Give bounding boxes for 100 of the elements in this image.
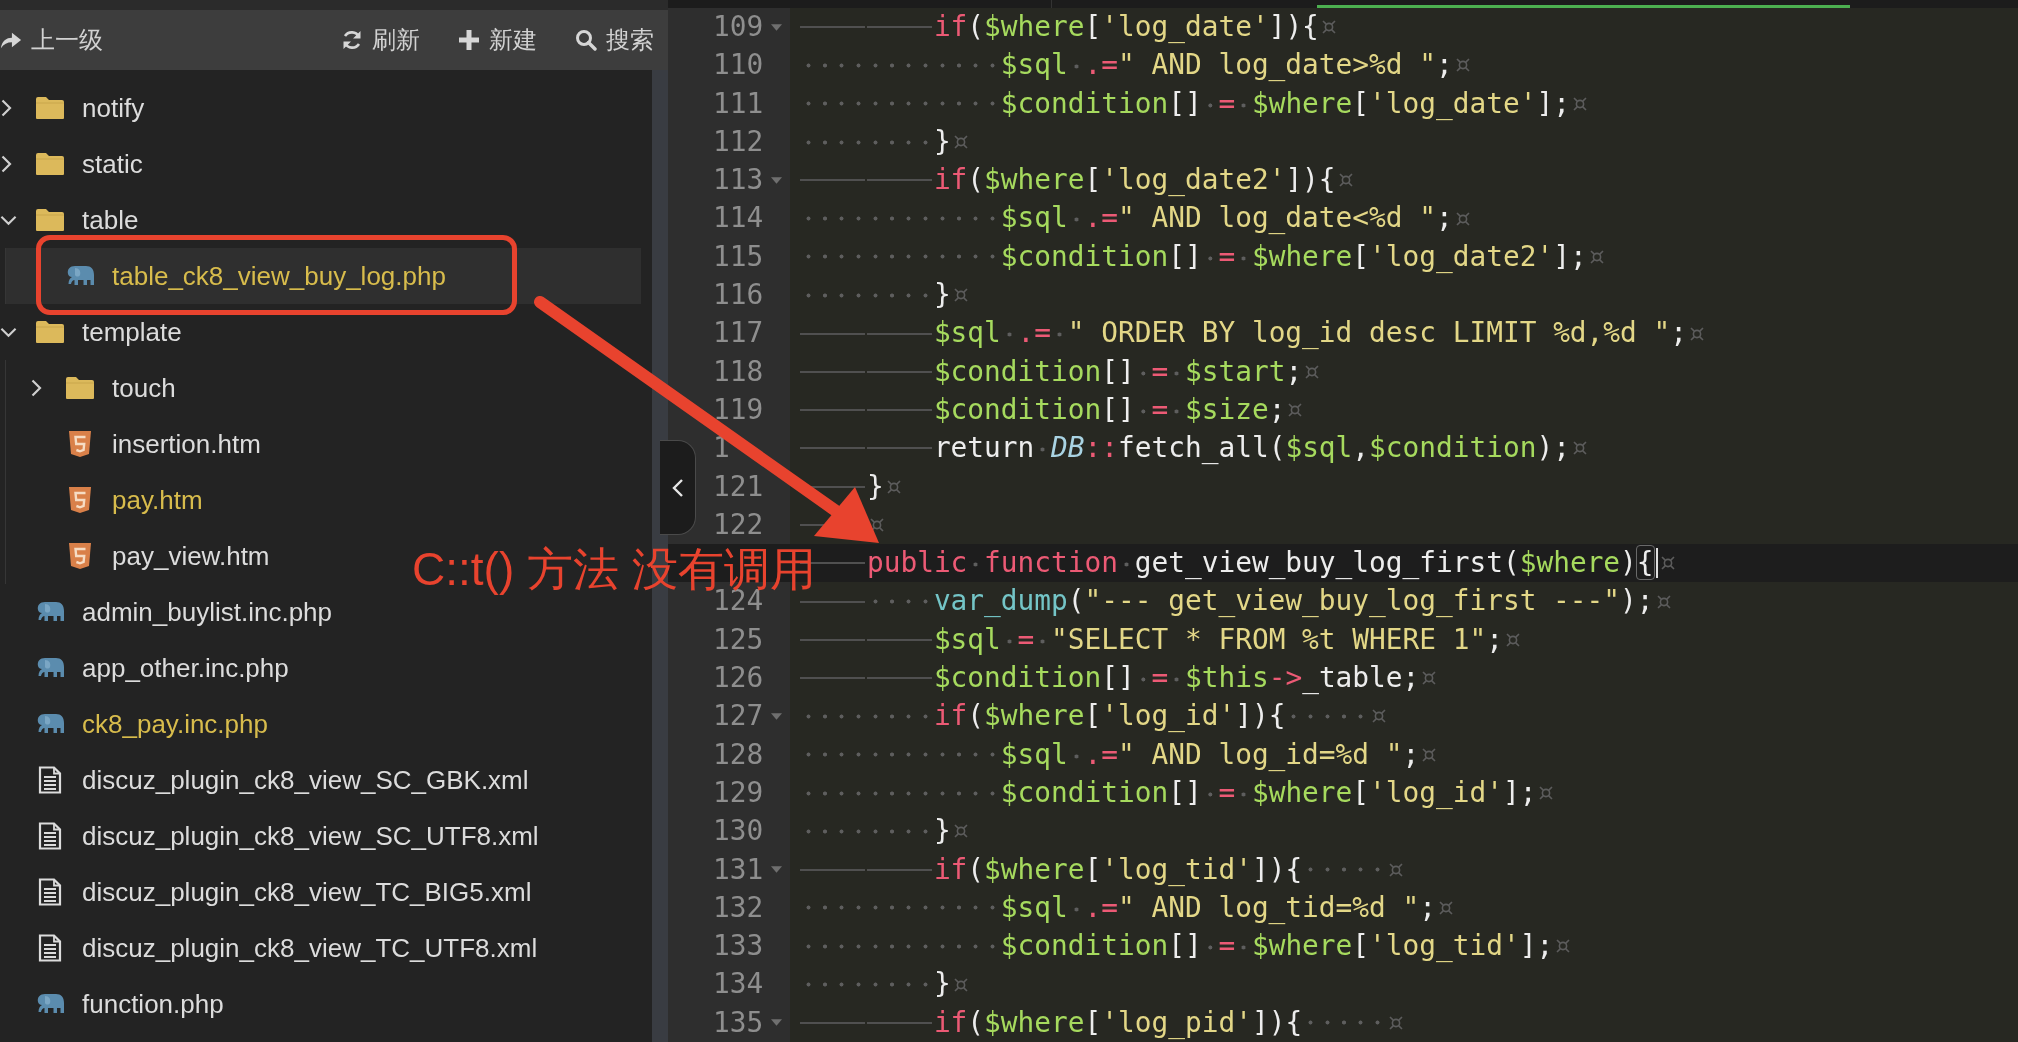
chevron-right-icon[interactable] [1, 99, 12, 117]
folder-item[interactable]: template [0, 304, 182, 360]
line-number: 129 [713, 774, 764, 811]
whitespace-marker-icon [800, 675, 934, 681]
code-line: $condition[] = $start; [933, 353, 1303, 390]
whitespace-marker-icon [800, 331, 934, 336]
document-icon [38, 878, 62, 906]
fold-caret-icon[interactable] [771, 23, 782, 31]
code-line: $condition[] = $where['log_id']; [1000, 774, 1537, 811]
code-line: public function get_view_buy_log_first($where){ [866, 545, 1654, 582]
parent-folder-button[interactable]: 上一级 [0, 25, 103, 55]
fold-caret-icon[interactable] [771, 713, 782, 720]
line-number: 109 [713, 9, 764, 45]
line-number: 133 [713, 928, 764, 965]
line-end-marker-icon [1690, 326, 1705, 341]
refresh-icon [341, 29, 363, 51]
line-end-marker-icon [1589, 249, 1604, 264]
code-line: return DB::fetch_all($sql,$condition); [933, 430, 1570, 467]
line-end-marker-icon [1439, 900, 1453, 915]
whitespace-marker-icon [800, 407, 934, 413]
code-line: $condition[] = $where['log_tid']; [1000, 928, 1554, 965]
line-number: 112 [713, 123, 764, 160]
folder-item[interactable]: notify [0, 80, 145, 136]
whitespace-marker-icon [800, 637, 934, 643]
line-end-marker-icon [1539, 786, 1554, 801]
chevron-right-icon[interactable] [1, 155, 12, 173]
code-line: } [933, 966, 951, 1003]
fold-caret-icon[interactable] [771, 866, 782, 874]
fold-caret-icon[interactable] [771, 176, 782, 184]
search-icon [575, 29, 597, 51]
line-end-marker-icon [1305, 364, 1320, 379]
whitespace-marker-icon [800, 867, 934, 873]
file-item[interactable]: pay.htm [6, 472, 203, 528]
line-number: 122 [713, 506, 764, 543]
line-number: 131 [713, 851, 764, 888]
line-number: 128 [713, 736, 764, 773]
line-end-marker-icon [1388, 1015, 1403, 1030]
line-number: 135 [713, 1004, 764, 1041]
new-button[interactable]: 新建 [458, 25, 537, 55]
file-item[interactable]: ck8_pay.inc.php [0, 696, 268, 752]
folder-icon [35, 152, 65, 176]
chevron-left-icon [671, 477, 684, 498]
line-number: 134 [713, 966, 764, 1003]
whitespace-marker-icon [800, 1020, 934, 1026]
plus-icon [458, 29, 480, 51]
line-end-marker-icon [1372, 709, 1387, 724]
code-line: if($where['log_tid']){ [933, 851, 1303, 888]
elephant-icon [35, 712, 65, 736]
document-icon [38, 822, 62, 850]
line-end-marker-icon [1556, 939, 1571, 954]
code-line: if($where['log_date']){ [933, 9, 1319, 45]
line-end-marker-icon [953, 135, 968, 150]
line-number: 130 [713, 813, 764, 850]
code-line: var_dump("--- get_view_buy_log_first ---"); [933, 583, 1654, 620]
shield-file-icon [68, 430, 92, 458]
line-end-marker-icon [1321, 20, 1336, 35]
code-line: } [933, 813, 951, 850]
line-end-marker-icon [953, 977, 968, 992]
line-end-marker-icon [1422, 671, 1437, 686]
file-item[interactable]: app_other.inc.php [0, 640, 289, 696]
code-line: $sql .=" AND log_id=%d "; [1000, 736, 1420, 773]
line-number: 119 [713, 391, 764, 428]
code-line: } [866, 468, 884, 505]
line-number: 126 [713, 660, 764, 697]
file-item[interactable]: discuz_plugin_ck8_view_TC_BIG5.xml [0, 864, 532, 920]
code-line: } [933, 277, 951, 314]
line-end-marker-icon [953, 288, 968, 303]
file-item[interactable]: pay_view.htm [6, 528, 270, 584]
file-item[interactable]: insertion.htm [6, 416, 261, 472]
chevron-down-icon[interactable] [0, 214, 17, 226]
code-line: $sql .=" AND log_date<%d "; [1000, 200, 1453, 237]
elephant-icon [35, 656, 65, 680]
file-item[interactable]: function.php [0, 976, 224, 1032]
code-line: if($where['log_pid']){ [933, 1004, 1303, 1041]
elephant-icon [35, 992, 65, 1016]
search-button[interactable]: 搜索 [575, 25, 654, 55]
file-item[interactable]: discuz_plugin_ck8_view_TC_UTF8.xml [0, 920, 538, 976]
collapse-sidebar-button[interactable] [660, 440, 696, 535]
file-item[interactable]: table_ck8_view_buy_log.php [6, 248, 641, 304]
folder-item[interactable]: static [0, 136, 143, 192]
code-line: $sql .=" AND log_tid=%d "; [1000, 889, 1436, 926]
folder-icon [35, 208, 65, 232]
line-end-marker-icon [1388, 862, 1403, 877]
line-end-marker-icon [1338, 173, 1353, 188]
chevron-down-icon[interactable] [0, 326, 17, 338]
line-number: 127 [713, 698, 764, 735]
chevron-right-icon[interactable] [31, 379, 42, 397]
line-number: 111 [713, 85, 764, 122]
file-item[interactable]: discuz_plugin_ck8_view_SC_GBK.xml [0, 752, 529, 808]
folder-item[interactable]: table [0, 192, 139, 248]
file-item[interactable]: admin_buylist.inc.php [0, 584, 333, 640]
refresh-button[interactable]: 刷新 [341, 25, 420, 55]
file-item[interactable]: discuz_plugin_ck8_view_SC_UTF8.xml [0, 808, 539, 864]
fold-caret-icon[interactable] [771, 1019, 782, 1027]
code-line: $condition[] = $size; [933, 391, 1286, 428]
folder-item[interactable]: touch [6, 360, 176, 416]
code-line: $condition[] = $this->_table; [933, 660, 1420, 697]
document-icon [38, 766, 62, 794]
line-end-marker-icon [1505, 632, 1520, 647]
elephant-icon [35, 600, 65, 624]
